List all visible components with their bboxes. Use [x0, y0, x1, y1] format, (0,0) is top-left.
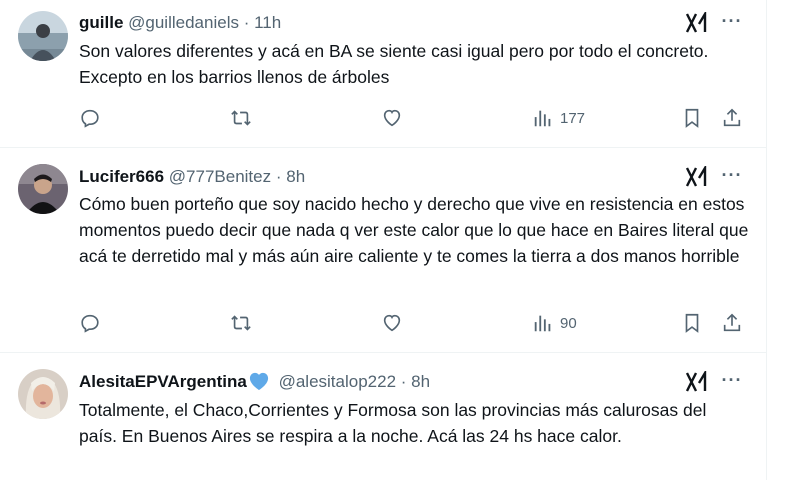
bookmark-button[interactable] — [681, 103, 703, 133]
timestamp[interactable]: 8h — [286, 167, 305, 186]
grok-icon[interactable] — [685, 368, 709, 393]
display-name[interactable]: AlesitaEPVArgentina — [79, 372, 247, 391]
tweet-reply[interactable]: AlesitaEPVArgentina @alesitalop222 · 8h … — [0, 353, 766, 480]
column-divider — [766, 0, 767, 480]
tweet-actions: 177 — [0, 103, 766, 133]
tweet-header: Lucifer666 @777Benitez · 8h — [79, 165, 305, 189]
share-icon — [723, 108, 741, 127]
like-icon — [383, 314, 401, 332]
share-button[interactable] — [721, 308, 743, 338]
display-name[interactable]: Lucifer666 — [79, 167, 164, 186]
retweet-button[interactable] — [230, 103, 252, 133]
tweet-actions: 90 — [0, 308, 766, 338]
avatar[interactable] — [18, 164, 68, 214]
timestamp[interactable]: 11h — [254, 13, 281, 32]
tweet-text: Cómo buen porteño que soy nacido hecho y… — [79, 194, 749, 266]
grok-icon[interactable] — [685, 9, 709, 34]
bookmark-icon — [685, 108, 699, 128]
views-count: 90 — [560, 314, 577, 332]
like-button[interactable] — [381, 103, 403, 133]
reply-icon — [81, 314, 99, 333]
more-icon[interactable]: ··· — [720, 166, 744, 188]
separator-dot: · — [243, 13, 250, 32]
separator-dot: · — [275, 167, 282, 186]
user-handle[interactable]: @alesitalop222 — [279, 372, 396, 391]
bookmark-icon — [685, 313, 699, 333]
retweet-button[interactable] — [230, 308, 252, 338]
views-icon — [534, 110, 551, 127]
display-name[interactable]: guille — [79, 13, 123, 32]
retweet-icon — [231, 110, 251, 126]
retweet-icon — [231, 315, 251, 331]
views-button[interactable]: 177 — [532, 103, 585, 133]
share-button[interactable] — [721, 103, 743, 133]
avatar[interactable] — [18, 369, 68, 419]
separator-dot: · — [400, 372, 407, 391]
tweet-text: Son valores diferentes y acá en BA se si… — [79, 41, 709, 87]
more-icon[interactable]: ··· — [720, 371, 744, 393]
more-icon[interactable]: ··· — [720, 12, 744, 34]
like-icon — [383, 109, 401, 127]
grok-icon[interactable] — [685, 163, 709, 188]
timestamp[interactable]: 8h — [411, 372, 430, 391]
user-handle[interactable]: @777Benitez — [169, 167, 271, 186]
user-handle[interactable]: @guilledaniels — [128, 13, 239, 32]
views-icon — [534, 315, 551, 332]
bookmark-button[interactable] — [681, 308, 703, 338]
reply-button[interactable] — [79, 308, 101, 338]
avatar[interactable] — [18, 11, 68, 61]
tweet-header: AlesitaEPVArgentina @alesitalop222 · 8h — [79, 370, 430, 394]
reply-icon — [81, 109, 99, 128]
like-button[interactable] — [381, 308, 403, 338]
tweet-reply[interactable]: Lucifer666 @777Benitez · 8h ··· Cómo bue… — [0, 148, 766, 353]
tweet-text: Totalmente, el Chaco,Corrientes y Formos… — [79, 400, 707, 446]
share-icon — [723, 313, 741, 332]
views-button[interactable]: 90 — [532, 308, 577, 338]
views-count: 177 — [560, 109, 586, 127]
reply-button[interactable] — [79, 103, 101, 133]
tweet-reply[interactable]: guille @guilledaniels · 11h ··· Son valo… — [0, 0, 766, 148]
blue-heart-icon — [249, 372, 268, 391]
tweet-header: guille @guilledaniels · 11h — [79, 11, 281, 35]
